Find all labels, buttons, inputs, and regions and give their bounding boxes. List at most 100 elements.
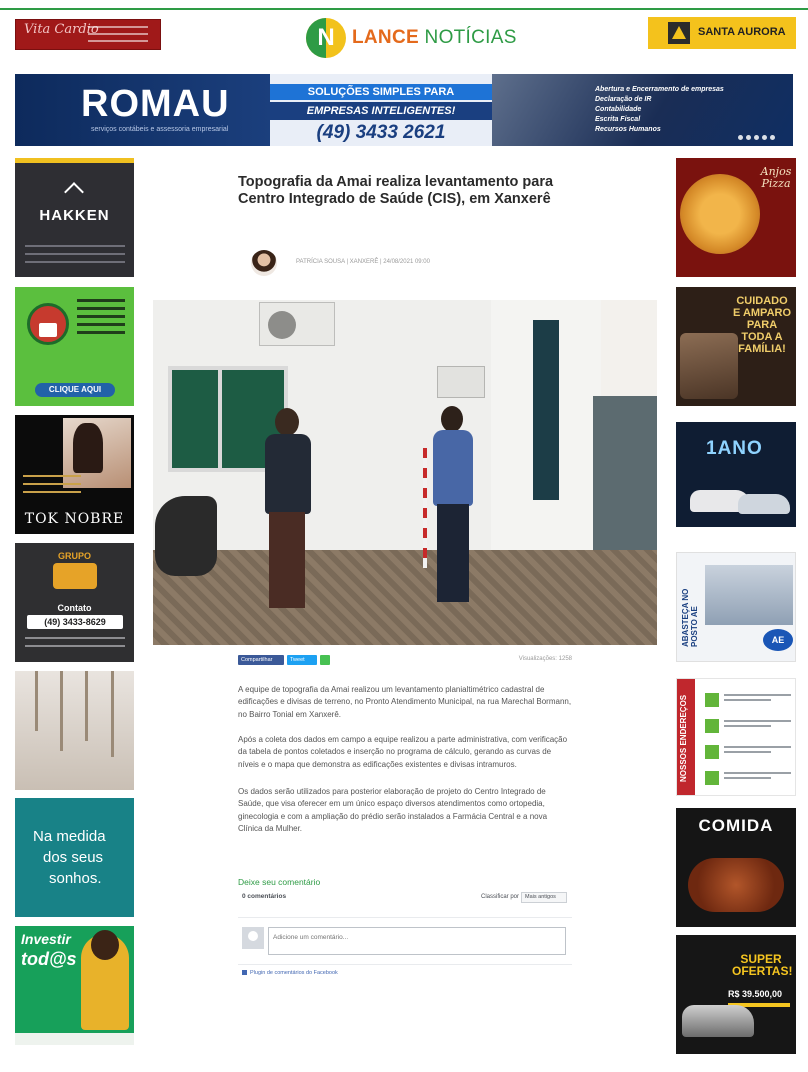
banner-services-list: Abertura e Encerramento de empresas Decl…: [595, 86, 724, 136]
comment-input[interactable]: [268, 927, 566, 955]
address-item[interactable]: [705, 771, 791, 785]
slider-dot[interactable]: [746, 135, 751, 140]
steak-photo: [688, 858, 784, 912]
banner-service: Abertura e Encerramento de empresas: [595, 86, 724, 93]
address-item[interactable]: [705, 719, 791, 733]
slider-dot[interactable]: [762, 135, 767, 140]
site-logo[interactable]: N LANCE NOTÍCIAS: [306, 18, 517, 58]
article-paragraph: Após a coleta dos dados em campo a equip…: [238, 735, 568, 769]
logo-word-noticias: NOTÍCIAS: [424, 27, 517, 48]
article-title: Topografia da Amai realiza levantamento …: [238, 174, 554, 207]
header-ad-santa-aurora[interactable]: SANTA AURORA: [648, 17, 796, 49]
posto-vertical-text: ABASTEÇA NO POSTO AE: [681, 588, 699, 647]
teal-line-3: sonhos.: [49, 870, 102, 887]
facebook-plugin-link[interactable]: Plugin de comentários do Facebook: [242, 970, 338, 976]
right-ad-anjos-pizza[interactable]: Anjos Pizza: [676, 158, 796, 277]
right-ad-familia[interactable]: CUIDADO E AMPARO PARA TODA A FAMÍLIA!: [676, 287, 796, 406]
address-item[interactable]: [705, 745, 791, 759]
banner-service: Recursos Humanos: [595, 126, 661, 133]
location-icon: [705, 745, 719, 759]
share-bar: Compartilhar Tweet Visualizações: 1258: [238, 654, 572, 666]
oferta-line-2: OFERTAS!: [732, 964, 793, 978]
contato-label: Contato: [57, 603, 92, 613]
left-ad-security[interactable]: CLIQUE AQUI: [15, 287, 134, 406]
plugin-label: Plugin de comentários do Facebook: [250, 970, 338, 976]
banner-ad-romau[interactable]: ROMAU serviços contábeis e assessoria em…: [15, 74, 793, 146]
pizza-photo: [680, 174, 760, 254]
article-paragraph: Os dados serão utilizados para posterior…: [238, 787, 548, 833]
right-ad-posto[interactable]: ABASTEÇA NO POSTO AE AE: [676, 552, 796, 662]
right-ad-comida[interactable]: COMIDA: [676, 808, 796, 927]
posto-logo-badge: AE: [763, 629, 793, 651]
top-accent-line: [0, 8, 808, 10]
m1-phone: (49) 3433-8629: [27, 615, 123, 629]
slider-dot[interactable]: [770, 135, 775, 140]
ano-headline: 1ANO: [706, 438, 763, 459]
tok-nobre-logo: TOK NOBRE: [24, 511, 125, 527]
hakken-logo-text: HAKKEN: [39, 207, 110, 224]
header-ad-cardio[interactable]: Vita Cardio: [15, 19, 161, 50]
m1-logo-icon: [53, 563, 97, 589]
hakken-chevron-icon: [64, 182, 84, 202]
car-photo: [682, 1005, 754, 1037]
banner-brand: ROMAU: [81, 83, 230, 125]
location-icon: [705, 719, 719, 733]
comida-headline: COMIDA: [698, 816, 774, 835]
right-ad-enderecos[interactable]: NOSSOS ENDEREÇOS: [676, 678, 796, 796]
clique-aqui-button[interactable]: CLIQUE AQUI: [35, 383, 115, 397]
article-paragraph: A equipe de topografia da Amai realizou …: [238, 685, 572, 719]
twitter-tweet-button[interactable]: Tweet: [287, 655, 317, 665]
slider-dot[interactable]: [754, 135, 759, 140]
family-photo: [680, 333, 738, 399]
banner-slider-dots[interactable]: [735, 135, 775, 140]
left-ad-tok-nobre[interactable]: TOK NOBRE: [15, 415, 134, 534]
banner-service: Contabilidade: [595, 106, 642, 113]
teal-line-2: dos seus: [43, 849, 104, 866]
logo-mark-icon: N: [306, 18, 346, 58]
enderecos-title: NOSSOS ENDEREÇOS: [679, 694, 688, 782]
view-count: Visualizações: 1258: [518, 656, 572, 662]
pizza-brand: Anjos Pizza: [760, 165, 792, 190]
comments-heading: Deixe seu comentário: [238, 877, 321, 887]
slider-dot[interactable]: [738, 135, 743, 140]
logo-wordmark: LANCE NOTÍCIAS: [352, 27, 517, 49]
author-meta: PATRÍCIA SOUSA | XANXERÊ | 24/08/2021 09…: [296, 259, 430, 265]
banner-message: SOLUÇÕES SIMPLES PARA EMPRESAS INTELIGEN…: [270, 74, 492, 146]
banner-service: Escrita Fiscal: [595, 116, 641, 123]
article-photo: [153, 300, 657, 645]
cardio-info-lines: [88, 26, 148, 47]
banner-service: Declaração de IR: [595, 96, 652, 103]
right-ad-aniversario[interactable]: 1ANO: [676, 422, 796, 541]
grupo-label: GRUPO: [57, 551, 91, 561]
banner-headline-2: EMPRESAS INTELIGENTES!: [270, 102, 492, 120]
comments-count: 0 comentários: [242, 893, 287, 900]
left-ad-investir[interactable]: Investir tod@s: [15, 926, 134, 1045]
sort-label: Classificar por: [481, 894, 520, 900]
banner-headline-1: SOLUÇÕES SIMPLES PARA: [270, 84, 492, 100]
banner-brand-sub: serviços contábeis e assessoria empresar…: [91, 126, 229, 133]
user-avatar-icon: [242, 927, 264, 949]
address-item[interactable]: [705, 693, 791, 707]
left-ad-hakken[interactable]: HAKKEN: [15, 158, 134, 277]
author-avatar[interactable]: [251, 250, 277, 276]
left-ad-chandelier[interactable]: [15, 671, 134, 790]
santa-aurora-text: SANTA AURORA: [698, 26, 786, 38]
banner-phone: (49) 3433 2621: [316, 122, 446, 143]
logo-letter: N: [317, 24, 335, 51]
sort-select[interactable]: Mais antigos: [521, 892, 567, 903]
whatsapp-share-icon[interactable]: [320, 655, 330, 665]
logo-word-lance: LANCE: [352, 27, 419, 48]
divider: [238, 964, 572, 965]
investir-line-2: tod@s: [21, 949, 77, 969]
teal-line-1: Na medida: [33, 828, 106, 845]
right-ad-super-ofertas[interactable]: SUPER OFERTAS! R$ 39.500,00: [676, 935, 796, 1054]
oferta-price: R$ 39.500,00: [728, 989, 783, 999]
location-icon: [705, 693, 719, 707]
left-ad-na-medida[interactable]: Na medida dos seus sonhos.: [15, 798, 134, 917]
familia-headline: CUIDADO E AMPARO PARA TODA A FAMÍLIA!: [732, 295, 792, 355]
facebook-share-button[interactable]: Compartilhar: [238, 655, 284, 665]
divider: [238, 917, 572, 918]
fuel-pump-photo: [705, 565, 793, 625]
location-icon: [705, 771, 719, 785]
left-ad-grupo-m1[interactable]: GRUPO Contato (49) 3433-8629: [15, 543, 134, 662]
